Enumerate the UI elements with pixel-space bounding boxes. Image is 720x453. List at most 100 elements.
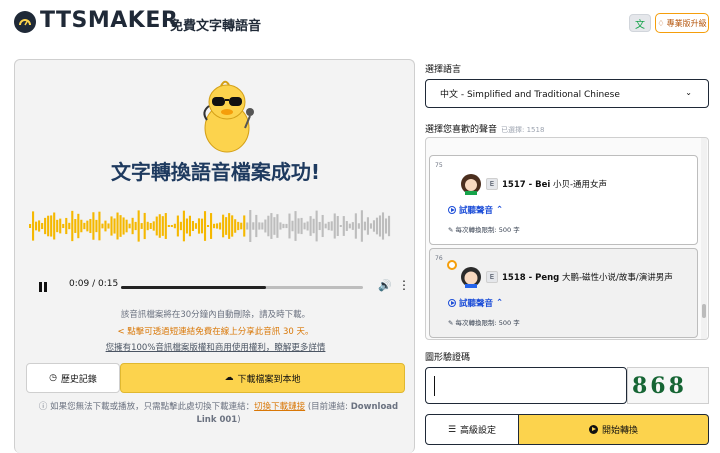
logo-speedometer-icon bbox=[14, 11, 36, 33]
chevron-up-icon: ⌃ bbox=[496, 298, 504, 308]
waveform-bar bbox=[384, 218, 388, 234]
share-link[interactable]: < 點擊可透過短連結免費在線上分享此音訊 30 天。 bbox=[15, 325, 416, 337]
waveform-bar bbox=[360, 210, 363, 242]
magic-icon: ✎ bbox=[448, 226, 454, 234]
history-button[interactable]: ◷ 歷史記錄 bbox=[26, 363, 120, 393]
voice-card[interactable]: 75 E 1517 - Bei 小贝-通用女声 試聽聲音 ⌃ ✎ 每次轉換限制: … bbox=[429, 155, 698, 245]
waveform-bar bbox=[288, 213, 291, 239]
voice-tag: E bbox=[486, 178, 498, 190]
waveform-bar bbox=[318, 221, 321, 231]
preview-button[interactable]: 試聽聲音 ⌃ bbox=[448, 297, 503, 309]
download-button[interactable]: ☁ 下載檔案到本地 bbox=[120, 363, 405, 393]
captcha-input[interactable] bbox=[425, 367, 627, 404]
captcha-label: 圖形驗證碼 bbox=[425, 353, 471, 363]
more-options-icon[interactable]: ⋮ bbox=[398, 278, 410, 292]
waveform-bar bbox=[216, 223, 219, 229]
play-circle-icon bbox=[448, 206, 456, 214]
waveform-bar bbox=[143, 212, 146, 240]
chevron-up-icon: ⌃ bbox=[496, 205, 504, 215]
voice-card-selected[interactable]: 76 E 1518 - Peng 大鹏-磁性小说/故事/演讲男声 試聽聲音 ⌃ ✎… bbox=[429, 248, 698, 338]
voice-list[interactable]: 75 E 1517 - Bei 小贝-通用女声 試聽聲音 ⌃ ✎ 每次轉換限制: … bbox=[425, 137, 709, 340]
waveform-bar bbox=[219, 222, 222, 230]
waveform-bar bbox=[137, 210, 140, 242]
waveform-bar bbox=[252, 222, 255, 230]
playback-progress[interactable] bbox=[121, 286, 363, 289]
voice-tag: E bbox=[486, 271, 498, 283]
waveform-bar bbox=[44, 217, 47, 235]
waveform-bar bbox=[285, 223, 288, 229]
waveform-bar bbox=[38, 220, 41, 232]
waveform-bar bbox=[188, 215, 191, 237]
waveform-bar bbox=[354, 213, 357, 239]
waveform-bar bbox=[50, 215, 53, 237]
waveform-bar bbox=[89, 218, 92, 234]
waveform-bar bbox=[77, 213, 80, 239]
captcha-image[interactable]: 868 bbox=[627, 367, 709, 404]
switch-link[interactable]: 切換下載鏈接 bbox=[254, 402, 305, 412]
translate-icon[interactable]: 文 bbox=[629, 14, 651, 32]
license-link[interactable]: 您擁有100%音訊檔案版權和商用使用權利，瞭解更多詳情 bbox=[15, 341, 416, 353]
waveform-bar bbox=[243, 215, 246, 237]
language-select[interactable]: 中文 - Simplified and Traditional Chinese … bbox=[425, 79, 709, 108]
advanced-settings-button[interactable]: ☰ 高級設定 bbox=[425, 414, 519, 445]
waveform-bar bbox=[185, 218, 188, 234]
char-limit: ✎ 每次轉換限制: 500 字 bbox=[448, 319, 520, 327]
waveform-bar bbox=[191, 220, 195, 232]
waveform-bar bbox=[92, 212, 95, 240]
waveform-bar bbox=[71, 210, 74, 242]
waveform-bar bbox=[333, 213, 336, 239]
waveform-bar bbox=[197, 218, 201, 234]
waveform-bar bbox=[167, 225, 170, 227]
waveform-bar bbox=[56, 219, 59, 233]
waveform-bar bbox=[29, 224, 32, 228]
waveform-bar bbox=[237, 221, 240, 231]
waveform-bar bbox=[83, 222, 86, 230]
waveform-bar bbox=[276, 214, 279, 238]
female-avatar-icon bbox=[461, 174, 481, 195]
audio-player[interactable]: 0:09 / 0:15 🔊 ⋮ bbox=[29, 275, 410, 299]
success-title: 文字轉換語音檔案成功! bbox=[110, 160, 321, 184]
waveform-bar bbox=[312, 218, 315, 234]
waveform-bar bbox=[282, 223, 285, 229]
scrollbar-thumb[interactable] bbox=[702, 304, 706, 318]
upgrade-button[interactable]: ♢ 專業版升級 bbox=[655, 13, 709, 33]
playback-time: 0:09 / 0:15 bbox=[69, 279, 119, 289]
selected-radio[interactable] bbox=[447, 260, 457, 270]
waveform-bar bbox=[303, 222, 306, 230]
waveform-bar bbox=[270, 213, 273, 239]
pause-icon[interactable] bbox=[39, 280, 51, 294]
start-convert-button[interactable]: 開始轉換 bbox=[519, 414, 709, 445]
waveform-bar bbox=[309, 216, 312, 236]
voice-label: 選擇您喜歡的聲音 已選擇: 1518 bbox=[425, 125, 545, 135]
waveform-bar bbox=[357, 223, 360, 229]
waveform-bar bbox=[342, 216, 345, 236]
volume-icon[interactable]: 🔊 bbox=[378, 279, 392, 292]
male-avatar-icon bbox=[461, 267, 481, 288]
waveform-bar bbox=[101, 223, 104, 229]
waveform-bar bbox=[213, 223, 216, 229]
waveform-bar bbox=[119, 215, 122, 237]
waveform-bar bbox=[387, 215, 391, 237]
waveform-bar bbox=[225, 217, 228, 235]
waveform-bar bbox=[294, 211, 297, 241]
waveform-bar bbox=[273, 217, 276, 235]
waveform-bar bbox=[41, 222, 44, 230]
play-circle-icon bbox=[588, 425, 598, 434]
waveform-bar bbox=[107, 223, 110, 229]
preview-button[interactable]: 試聽聲音 ⌃ bbox=[448, 204, 503, 216]
waveform-bar bbox=[249, 210, 252, 242]
waveform-bar bbox=[321, 214, 324, 238]
audio-waveform[interactable] bbox=[29, 208, 391, 244]
waveform-bar bbox=[122, 217, 125, 235]
waveform-bar bbox=[339, 225, 342, 227]
waveform-bar bbox=[170, 225, 173, 227]
brand-name[interactable]: TTSMAKER bbox=[40, 8, 178, 33]
waveform-bar bbox=[315, 210, 318, 242]
waveform-bar bbox=[336, 216, 339, 236]
waveform-bar bbox=[324, 223, 327, 229]
waveform-bar bbox=[246, 222, 249, 230]
sliders-icon: ☰ bbox=[447, 424, 457, 435]
waveform-bar bbox=[158, 214, 161, 238]
waveform-bar bbox=[140, 223, 143, 229]
waveform-bar bbox=[267, 215, 270, 237]
